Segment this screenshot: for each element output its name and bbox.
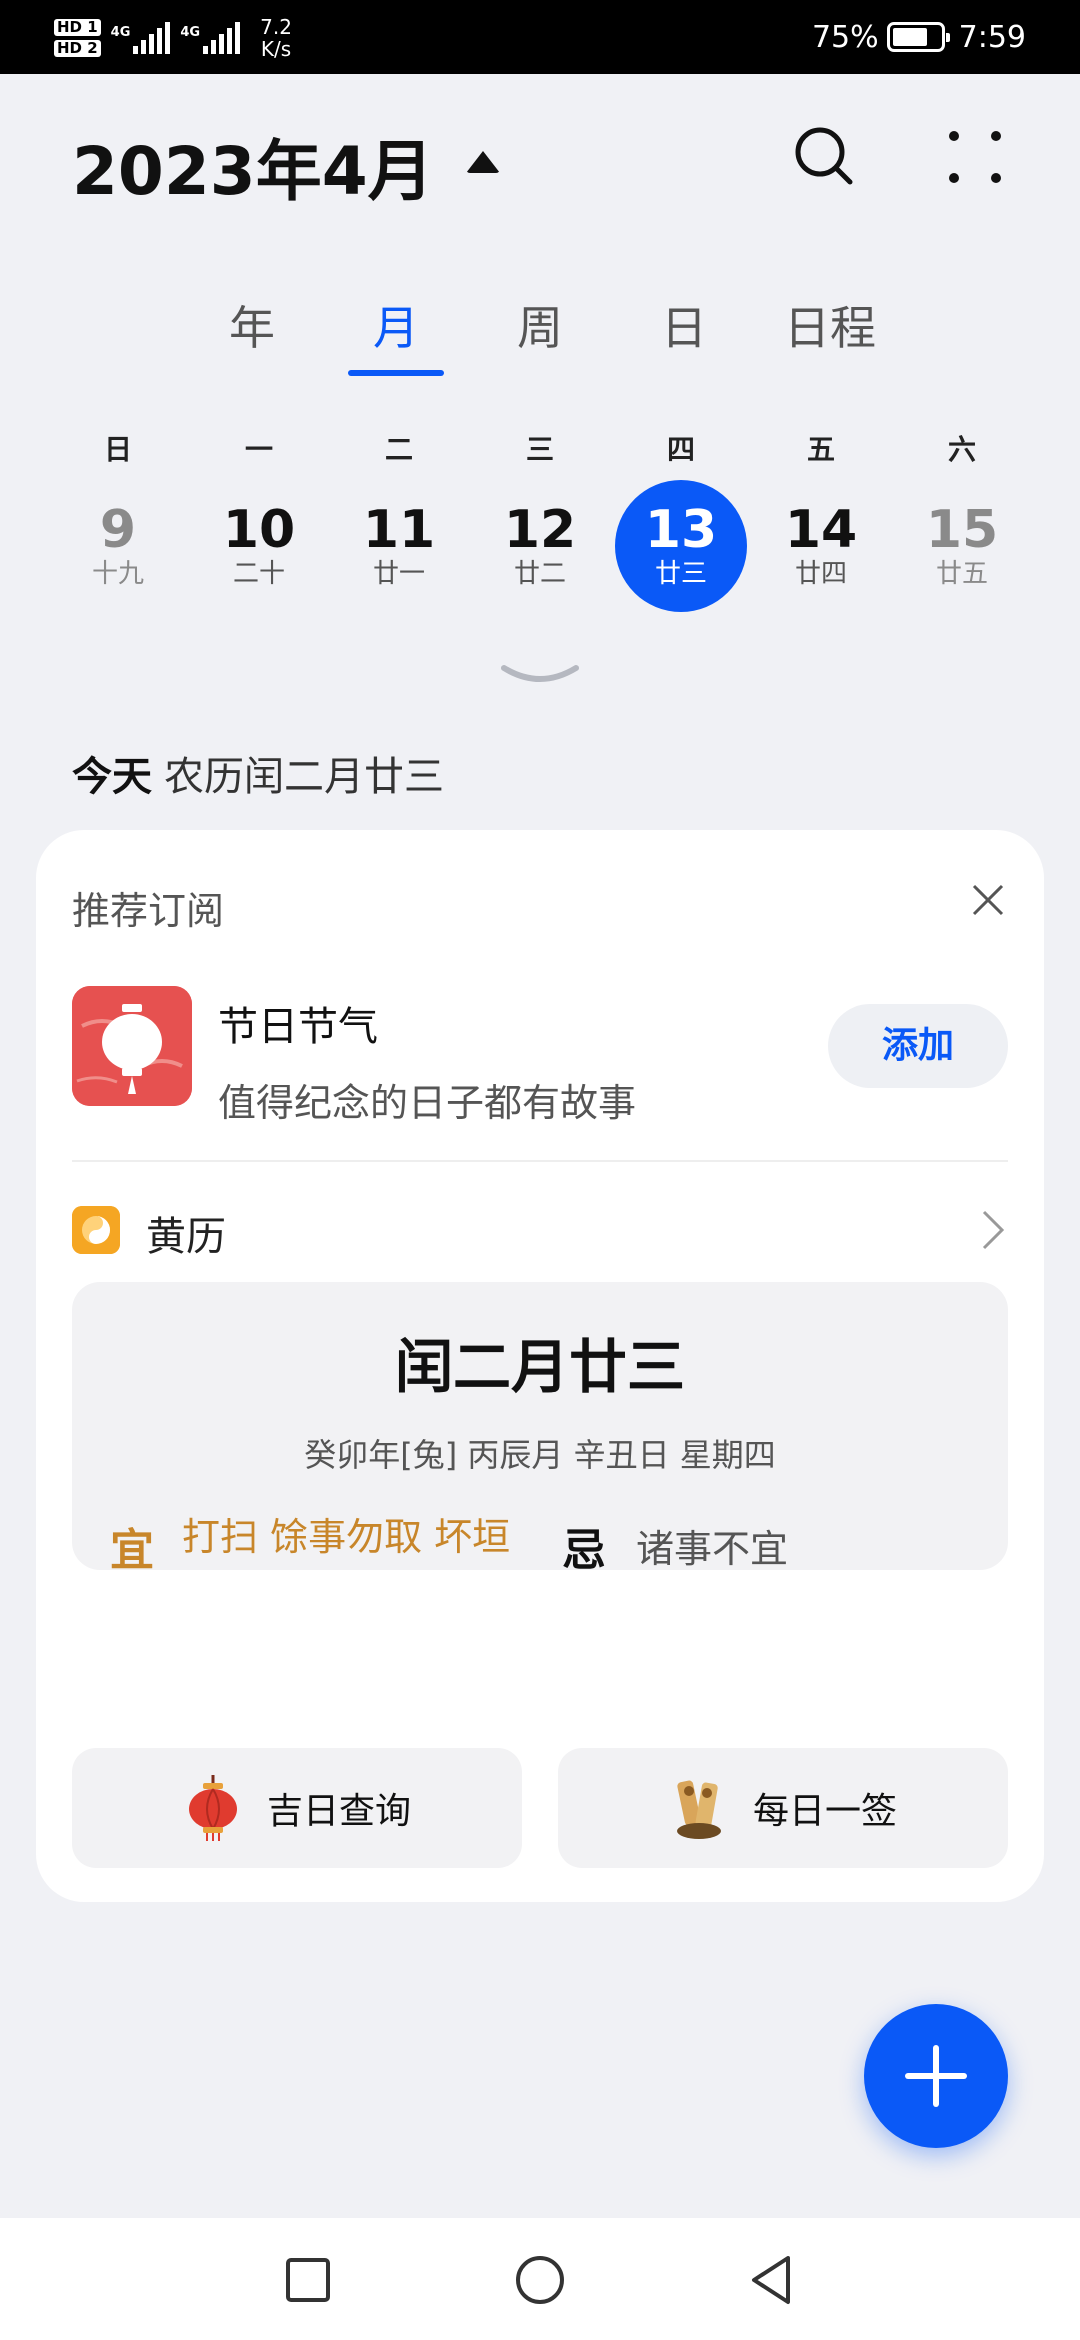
almanac-header[interactable]: 黄历	[72, 1202, 1008, 1260]
speed-value: 7.2	[260, 15, 292, 39]
day-lunar: 十九	[91, 559, 144, 589]
day-number: 9	[99, 500, 137, 560]
chevron-right-icon	[982, 1210, 1005, 1250]
almanac-lunar-date: 闰二月廿三	[394, 1333, 685, 1401]
tab-schedule[interactable]: 日程	[784, 292, 876, 358]
status-right: 75% 7:59	[812, 0, 1026, 74]
day-number: 10	[222, 500, 296, 560]
add-button[interactable]: 添加	[828, 1004, 1008, 1088]
home-circle-icon[interactable]	[510, 2250, 570, 2310]
subscription-title: 节日节气	[218, 1004, 378, 1050]
day-lunar: 廿三	[654, 559, 707, 589]
red-lantern-icon	[188, 1775, 237, 1841]
status-left: HD 1 HD 2 4G 4G 7.2 K/s	[54, 14, 292, 62]
lantern-icon	[72, 986, 192, 1106]
weekday-wed: 三	[525, 433, 555, 466]
sim2-label: HD 2	[54, 40, 101, 57]
daily-draw-label: 每日一签	[752, 1791, 897, 1832]
more-icon[interactable]	[940, 122, 1010, 192]
network-speed: 7.2 K/s	[260, 16, 292, 60]
recommended-heading: 推荐订阅	[72, 889, 225, 933]
signal-2-icon: 4G	[180, 22, 241, 54]
day-cell[interactable]: 14 廿四	[755, 480, 887, 612]
status-bar: HD 1 HD 2 4G 4G 7.2 K/s 75% 7:59	[0, 0, 1080, 74]
tab-month[interactable]: 月	[373, 292, 419, 358]
month-title-text: 2023年4月	[72, 133, 434, 210]
active-tab-indicator	[348, 370, 444, 376]
day-lunar: 廿五	[935, 559, 988, 589]
day-cell-today[interactable]: 13 廿三	[615, 480, 747, 612]
divider	[72, 1160, 1008, 1162]
recents-square-icon[interactable]	[278, 2250, 338, 2310]
daily-draw-button[interactable]: 每日一签	[558, 1748, 1008, 1868]
festival-subscription-row[interactable]: 节日节气 值得纪念的日子都有故事 添加	[72, 986, 1008, 1125]
day-number: 11	[362, 500, 436, 560]
day-number: 12	[503, 500, 577, 560]
almanac-detail[interactable]: 闰二月廿三 癸卯年[兔] 丙辰月 辛丑日 星期四 宜 打扫 馀事勿取 坏垣 忌 …	[72, 1282, 1008, 1576]
suitable-label: 宜	[110, 1525, 154, 1576]
weekday-sat: 六	[947, 433, 977, 466]
fortune-sticks-icon	[676, 1780, 721, 1839]
day-cell[interactable]: 9 十九	[52, 480, 184, 612]
day-cell[interactable]: 10 二十	[193, 480, 325, 612]
day-number: 15	[925, 500, 999, 560]
month-title[interactable]: 2023年4月	[72, 118, 500, 214]
day-number: 13	[644, 500, 718, 560]
weekday-tue: 二	[384, 433, 414, 466]
day-number: 14	[784, 500, 858, 560]
weekday-thu: 四	[666, 433, 696, 466]
add-event-button[interactable]	[864, 2004, 1008, 2148]
today-label: 今天	[72, 754, 152, 800]
day-lunar: 二十	[232, 559, 285, 589]
avoid-label: 忌	[562, 1525, 606, 1576]
suitable-value: 打扫 馀事勿取 坏垣	[182, 1515, 511, 1559]
day-lunar: 廿一	[372, 559, 425, 589]
avoid-value: 诸事不宜	[636, 1527, 789, 1571]
speed-unit: K/s	[260, 37, 292, 61]
lucky-day-label: 吉日查询	[266, 1791, 411, 1832]
day-lunar: 廿四	[794, 559, 847, 589]
tab-year[interactable]: 年	[229, 292, 275, 358]
day-lunar: 廿二	[513, 559, 566, 589]
network-type-label-2: 4G	[180, 25, 201, 40]
weekday-mon: 一	[244, 433, 274, 466]
view-tabs: 年 月 周 日 日程	[0, 292, 1080, 382]
subscription-card: 推荐订阅 节日节气 值得纪念的日子都有故事 添加 黄历 闰二月廿三 癸卯年[兔]…	[36, 830, 1044, 1902]
plus-icon	[905, 2045, 967, 2107]
signal-1-icon: 4G	[111, 22, 171, 54]
yin-yang-icon	[72, 1206, 120, 1254]
system-navigation-bar	[0, 2218, 1080, 2340]
today-lunar-line: 今天 农历闰二月廿三	[72, 744, 444, 802]
day-cell[interactable]: 11 廿一	[333, 480, 465, 612]
battery-percent: 75%	[811, 19, 879, 55]
network-type-label: 4G	[110, 25, 131, 40]
tab-day[interactable]: 日	[661, 292, 707, 358]
back-triangle-icon[interactable]	[742, 2250, 802, 2310]
lucky-day-button[interactable]: 吉日查询	[72, 1748, 522, 1868]
close-icon[interactable]	[968, 880, 1008, 920]
expand-chevron-icon[interactable]	[500, 660, 580, 690]
today-lunar-date: 农历闰二月廿三	[164, 754, 444, 800]
sim-indicators: HD 1 HD 2	[54, 19, 101, 57]
caret-up-icon	[465, 151, 500, 173]
sim1-label: HD 1	[54, 19, 101, 36]
subscription-description: 值得纪念的日子都有故事	[218, 1081, 637, 1125]
clock: 7:59	[958, 19, 1026, 55]
search-icon[interactable]	[790, 122, 860, 192]
almanac-label: 黄历	[146, 1214, 226, 1260]
weekday-sun: 日	[103, 433, 133, 466]
battery-icon	[886, 22, 950, 52]
day-cell[interactable]: 15 廿五	[896, 480, 1028, 612]
day-cell[interactable]: 12 廿二	[474, 480, 606, 612]
almanac-ganzhi: 癸卯年[兔] 丙辰月 辛丑日 星期四	[304, 1436, 776, 1474]
weekday-fri: 五	[806, 433, 836, 466]
tab-week[interactable]: 周	[517, 292, 563, 358]
